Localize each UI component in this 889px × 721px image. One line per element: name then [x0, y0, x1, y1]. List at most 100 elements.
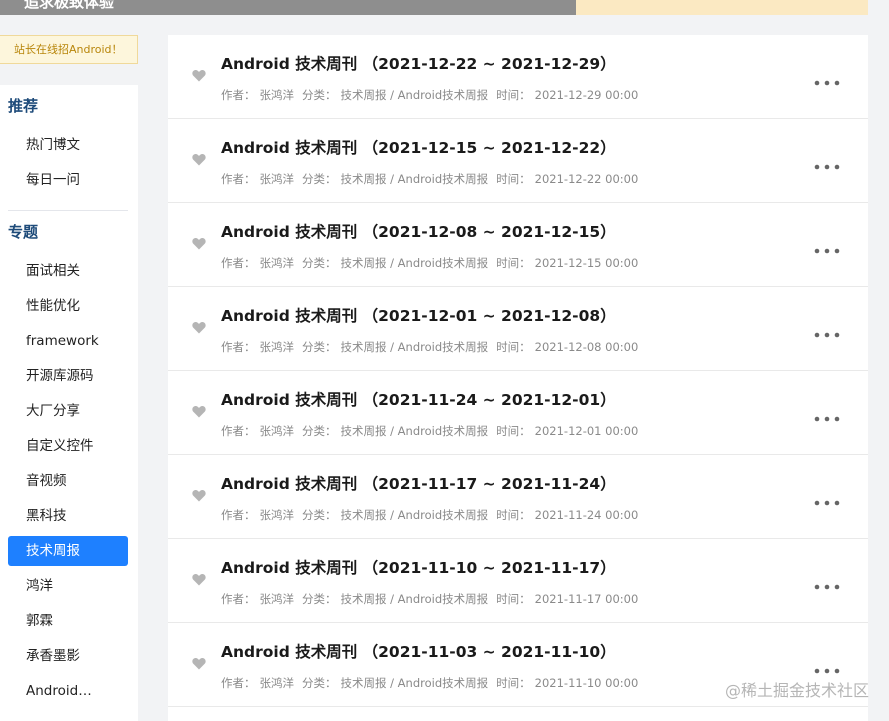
publish-time: 2021-12-15 00:00 — [534, 256, 639, 270]
heart-icon[interactable] — [192, 403, 206, 418]
article-title[interactable]: Android 技术周刊 （2021-11-17 ~ 2021-11-24） — [221, 472, 616, 494]
article-meta: 作者： 张鸿洋 分类： 技术周报 / Android技术周报 时间： 2021-12-08… — [221, 339, 646, 355]
author-name[interactable]: 张鸿洋 — [260, 508, 295, 522]
sidebar-item-topic-11[interactable]: 承香墨影 — [8, 641, 128, 671]
sidebar-title-topics: 专题 — [8, 223, 39, 241]
publish-time: 2021-11-24 00:00 — [534, 508, 639, 522]
time-label: 时间： — [496, 508, 531, 522]
time-label: 时间： — [496, 676, 531, 690]
sidebar-divider — [8, 210, 128, 211]
time-label: 时间： — [496, 256, 531, 270]
article-row[interactable]: Android 技术周刊 （2021-12-15 ~ 2021-12-22） 作者… — [168, 119, 868, 203]
sidebar-item-topic-3[interactable]: 开源库源码 — [8, 361, 128, 391]
article-row[interactable]: Android 技术周刊 （2021-11-17 ~ 2021-11-24） 作者… — [168, 455, 868, 539]
banner-text: 追求极致体验 — [24, 0, 115, 11]
sidebar-item-topic-5[interactable]: 自定义控件 — [8, 431, 128, 461]
sidebar-item-recommend-0[interactable]: 热门博文 — [8, 130, 128, 160]
author-label: 作者： — [221, 424, 256, 438]
sidebar-item-topic-6[interactable]: 音视频 — [8, 466, 128, 496]
sidebar-item-topic-9[interactable]: 鸿洋 — [8, 571, 128, 601]
category-label: 分类： — [302, 256, 337, 270]
author-name[interactable]: 张鸿洋 — [260, 676, 295, 690]
article-row[interactable]: Android 技术周刊 （2021-11-24 ~ 2021-12-01） 作者… — [168, 371, 868, 455]
more-icon[interactable] — [814, 491, 840, 506]
sidebar-item-topic-12[interactable]: Android… — [8, 676, 128, 706]
author-label: 作者： — [221, 256, 256, 270]
author-name[interactable]: 张鸿洋 — [260, 256, 295, 270]
category-link[interactable]: 技术周报 / Android技术周报 — [341, 508, 489, 522]
time-label: 时间： — [496, 424, 531, 438]
sidebar-item-topic-0[interactable]: 面试相关 — [8, 256, 128, 286]
category-label: 分类： — [302, 508, 337, 522]
article-title[interactable]: Android 技术周刊 （2021-11-24 ~ 2021-12-01） — [221, 388, 616, 410]
publish-time: 2021-11-17 00:00 — [534, 592, 639, 606]
article-meta: 作者： 张鸿洋 分类： 技术周报 / Android技术周报 时间： 2021-11-10… — [221, 675, 646, 691]
recruit-notice[interactable]: 站长在线招Android！ — [0, 35, 138, 64]
sidebar-item-topic-10[interactable]: 郭霖 — [8, 606, 128, 636]
article-list: Android 技术周刊 （2021-12-22 ~ 2021-12-29） 作者… — [168, 35, 868, 721]
heart-icon[interactable] — [192, 487, 206, 502]
publish-time: 2021-12-01 00:00 — [534, 424, 639, 438]
more-icon[interactable] — [814, 659, 840, 674]
category-label: 分类： — [302, 676, 337, 690]
article-title[interactable]: Android 技术周刊 （2021-11-03 ~ 2021-11-10） — [221, 640, 616, 662]
author-name[interactable]: 张鸿洋 — [260, 340, 295, 354]
author-name[interactable]: 张鸿洋 — [260, 172, 295, 186]
category-label: 分类： — [302, 172, 337, 186]
time-label: 时间： — [496, 172, 531, 186]
more-icon[interactable] — [814, 575, 840, 590]
category-link[interactable]: 技术周报 / Android技术周报 — [341, 256, 489, 270]
heart-icon[interactable] — [192, 151, 206, 166]
sidebar-item-topic-4[interactable]: 大厂分享 — [8, 396, 128, 426]
sidebar-title-recommend: 推荐 — [8, 97, 39, 115]
publish-time: 2021-11-10 00:00 — [534, 676, 639, 690]
article-row[interactable]: Android 技术周刊 （2021-11-10 ~ 2021-11-17） 作者… — [168, 539, 868, 623]
more-icon[interactable] — [814, 407, 840, 422]
author-name[interactable]: 张鸿洋 — [260, 424, 295, 438]
author-label: 作者： — [221, 676, 256, 690]
sidebar-item-recommend-1[interactable]: 每日一问 — [8, 165, 128, 195]
article-title[interactable]: Android 技术周刊 （2021-12-22 ~ 2021-12-29） — [221, 52, 616, 74]
sidebar: 推荐 专题 热门博文每日一问面试相关性能优化 framework 开源库源码大厂分享… — [0, 85, 138, 721]
publish-time: 2021-12-08 00:00 — [534, 340, 639, 354]
sidebar-item-topic-1[interactable]: 性能优化 — [8, 291, 128, 321]
sidebar-item-topic-2[interactable]: framework — [8, 326, 128, 356]
article-title[interactable]: Android 技术周刊 （2021-11-10 ~ 2021-11-17） — [221, 556, 616, 578]
author-label: 作者： — [221, 172, 256, 186]
more-icon[interactable] — [814, 71, 840, 86]
top-banner: 追求极致体验 — [0, 0, 576, 15]
article-row[interactable]: Android 技术周刊 （2021-12-22 ~ 2021-12-29） 作者… — [168, 35, 868, 119]
time-label: 时间： — [496, 592, 531, 606]
heart-icon[interactable] — [192, 655, 206, 670]
article-row[interactable]: Android 技术周刊 （2021-12-08 ~ 2021-12-15） 作者… — [168, 203, 868, 287]
article-title[interactable]: Android 技术周刊 （2021-12-01 ~ 2021-12-08） — [221, 304, 616, 326]
author-name[interactable]: 张鸿洋 — [260, 592, 295, 606]
heart-icon[interactable] — [192, 67, 206, 82]
heart-icon[interactable] — [192, 319, 206, 334]
more-icon[interactable] — [814, 155, 840, 170]
category-link[interactable]: 技术周报 / Android技术周报 — [341, 676, 489, 690]
article-meta: 作者： 张鸿洋 分类： 技术周报 / Android技术周报 时间： 2021-12-15… — [221, 255, 646, 271]
sidebar-item-topic-7[interactable]: 黑科技 — [8, 501, 128, 531]
article-meta: 作者： 张鸿洋 分类： 技术周报 / Android技术周报 时间： 2021-11-24… — [221, 507, 646, 523]
category-link[interactable]: 技术周报 / Android技术周报 — [341, 172, 489, 186]
sidebar-item-topic-8[interactable]: 技术周报 — [8, 536, 128, 566]
category-link[interactable]: 技术周报 / Android技术周报 — [341, 424, 489, 438]
heart-icon[interactable] — [192, 235, 206, 250]
category-link[interactable]: 技术周报 / Android技术周报 — [341, 88, 489, 102]
time-label: 时间： — [496, 88, 531, 102]
category-label: 分类： — [302, 592, 337, 606]
category-link[interactable]: 技术周报 / Android技术周报 — [341, 592, 489, 606]
article-meta: 作者： 张鸿洋 分类： 技术周报 / Android技术周报 时间： 2021-12-01… — [221, 423, 646, 439]
category-link[interactable]: 技术周报 / Android技术周报 — [341, 340, 489, 354]
publish-time: 2021-12-22 00:00 — [534, 172, 639, 186]
more-icon[interactable] — [814, 323, 840, 338]
category-label: 分类： — [302, 88, 337, 102]
article-row[interactable]: Android 技术周刊 （2021-12-01 ~ 2021-12-08） 作者… — [168, 287, 868, 371]
author-name[interactable]: 张鸿洋 — [260, 88, 295, 102]
article-title[interactable]: Android 技术周刊 （2021-12-08 ~ 2021-12-15） — [221, 220, 616, 242]
top-banner-ad — [576, 0, 868, 15]
heart-icon[interactable] — [192, 571, 206, 586]
article-title[interactable]: Android 技术周刊 （2021-12-15 ~ 2021-12-22） — [221, 136, 616, 158]
more-icon[interactable] — [814, 239, 840, 254]
